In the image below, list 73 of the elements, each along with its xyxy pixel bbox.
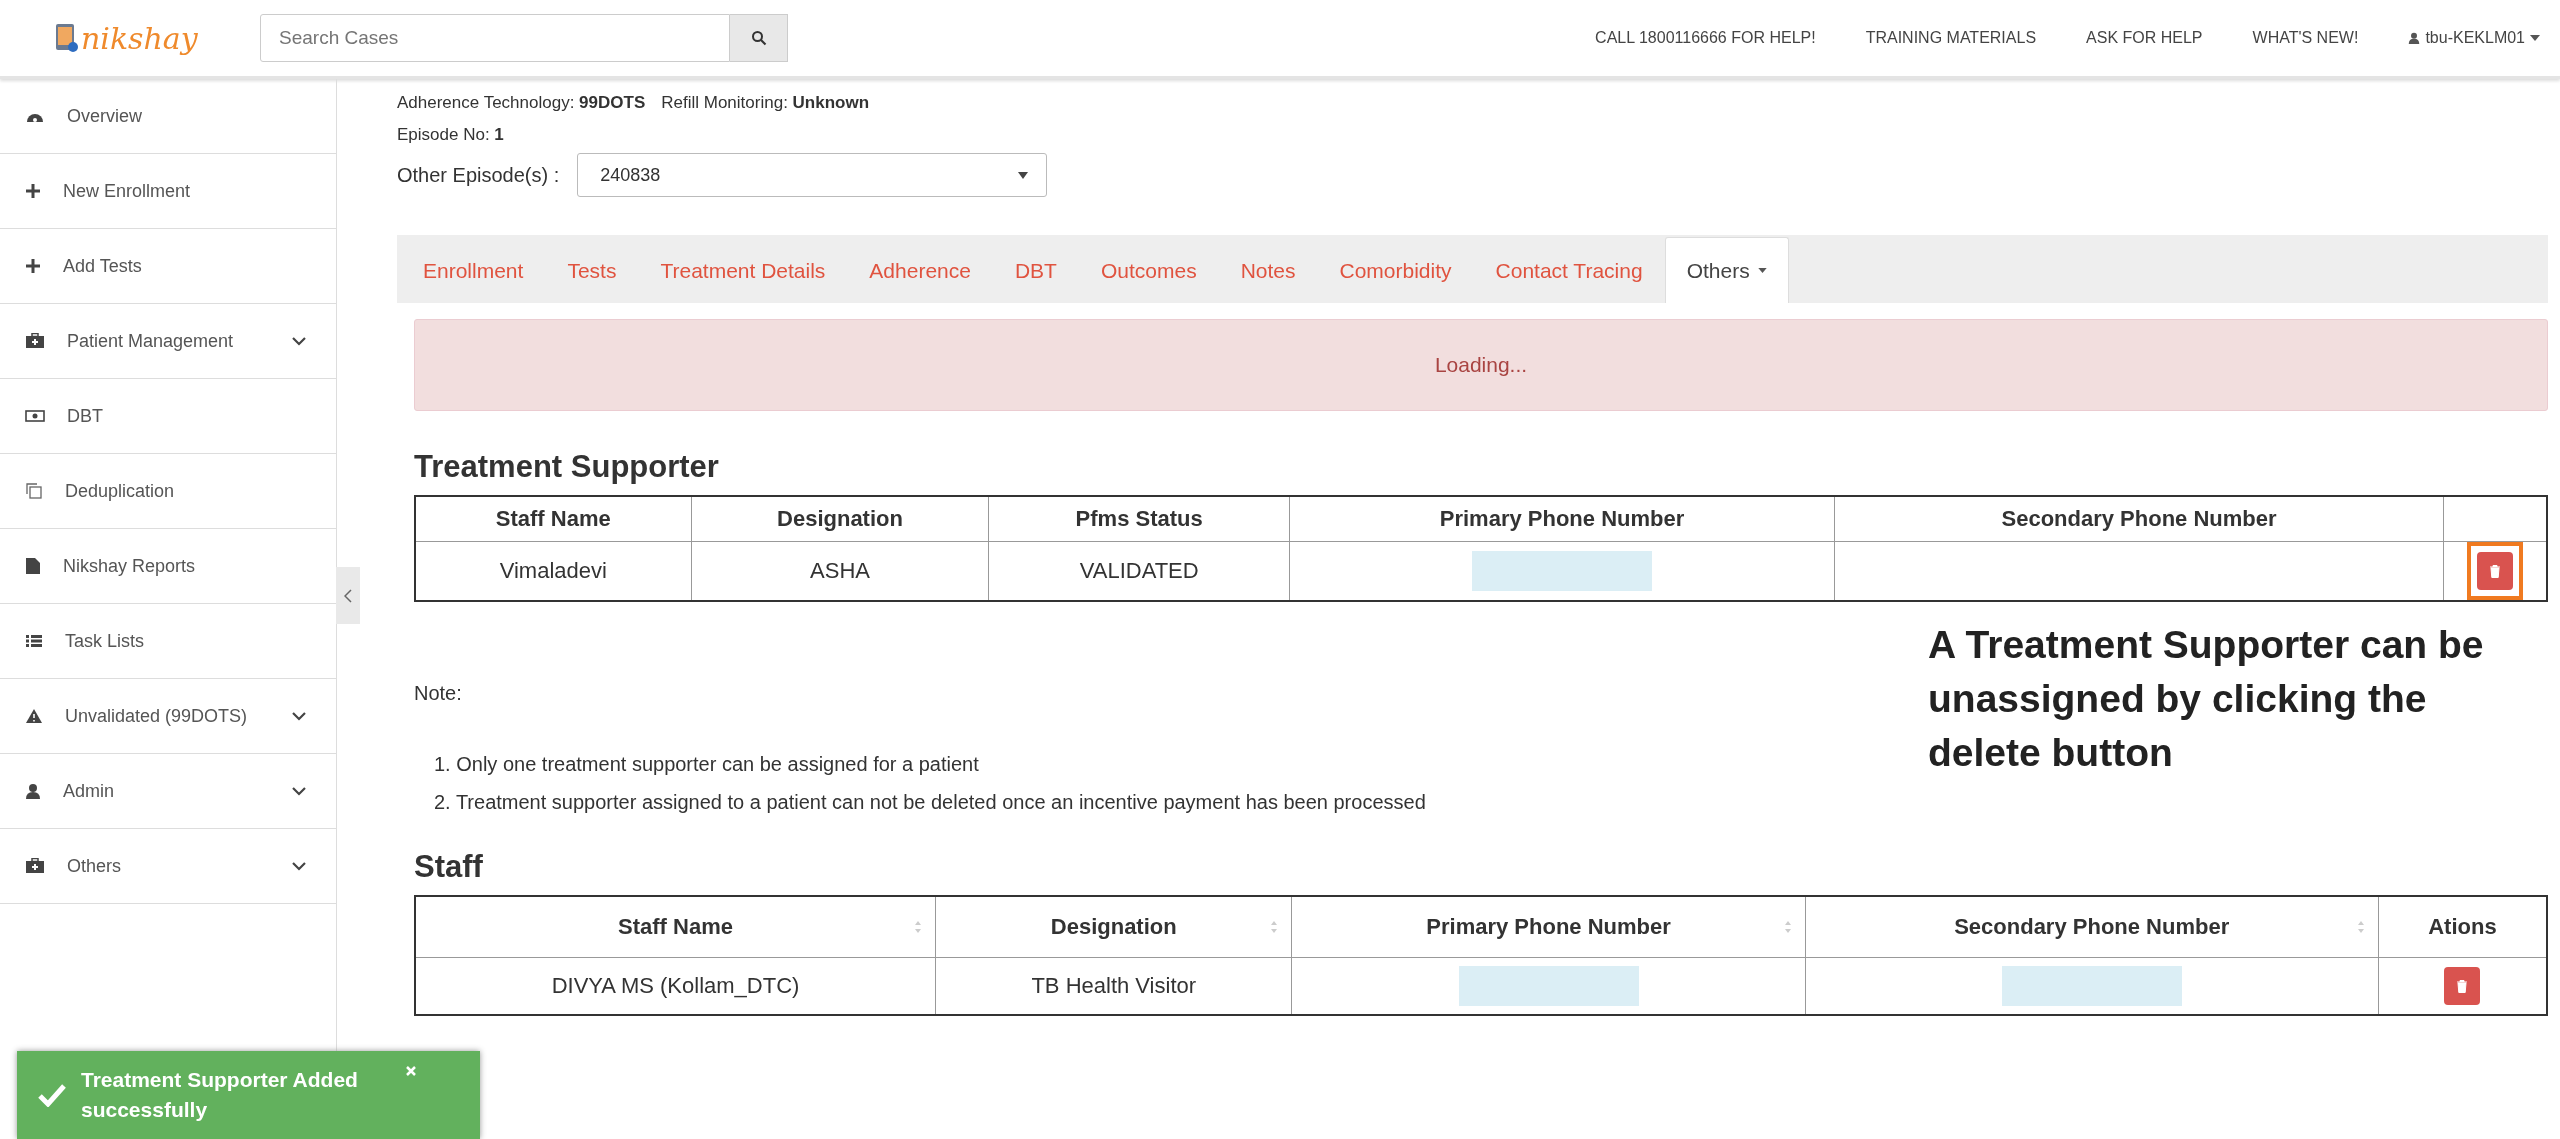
annotation-text: A Treatment Supporter can be unassigned by clicking the delete button bbox=[1928, 622, 2485, 776]
episode-dropdown[interactable]: 240838 bbox=[577, 153, 1048, 197]
column-header[interactable]: Secondary Phone Number bbox=[1805, 896, 2379, 958]
header-link[interactable]: WHAT'S NEW! bbox=[2252, 29, 2359, 47]
adherence-technology-text: Adherence Technology: 99DOTS bbox=[397, 93, 646, 113]
close-icon bbox=[405, 1065, 417, 1077]
column-header[interactable]: Staff Name bbox=[415, 896, 936, 958]
sidebar-item[interactable]: New Enrollment bbox=[0, 154, 336, 229]
user-menu[interactable]: tbu-KEKLM01 bbox=[2408, 29, 2540, 47]
banknote-icon bbox=[25, 409, 45, 423]
sidebar-item[interactable]: Admin bbox=[0, 754, 336, 829]
column-header[interactable]: Primary Phone Number bbox=[1291, 896, 1806, 958]
section-heading: Staff bbox=[414, 849, 484, 885]
column-header: Pfms Status bbox=[988, 496, 1290, 542]
sidebar-item[interactable]: Nikshay Reports bbox=[0, 529, 336, 604]
copy-icon bbox=[25, 482, 43, 500]
logo-icon bbox=[55, 23, 79, 53]
caret-icon bbox=[2530, 35, 2540, 41]
tab[interactable]: Others bbox=[1664, 237, 1789, 303]
sidebar-item[interactable]: DBT bbox=[0, 379, 336, 454]
list-icon bbox=[25, 634, 43, 648]
user-icon bbox=[2408, 32, 2421, 44]
sidebar-item[interactable]: Deduplication bbox=[0, 454, 336, 529]
toast-message: Treatment Supporter Added successfully bbox=[81, 1067, 359, 1123]
sort-icon bbox=[1784, 920, 1791, 934]
sidebar-item[interactable]: Add Tests bbox=[0, 229, 336, 304]
chevron-down-icon bbox=[292, 786, 306, 796]
episode-number-text: Episode No: 1 bbox=[397, 125, 505, 145]
medical-kit-icon bbox=[25, 333, 45, 349]
collapse-sidebar-button[interactable] bbox=[336, 567, 360, 624]
medical-kit-icon bbox=[25, 858, 45, 874]
sidebar-item[interactable]: Unvalidated (99DOTS) bbox=[0, 679, 336, 754]
sidebar-item[interactable]: Task Lists bbox=[0, 604, 336, 679]
user-icon bbox=[25, 783, 41, 799]
note-label: Note: bbox=[414, 682, 463, 705]
sort-icon bbox=[2357, 920, 2364, 934]
header-link[interactable]: TRAINING MATERIALS bbox=[1865, 29, 2037, 47]
caret-icon bbox=[1018, 171, 1029, 179]
column-header: Secondary Phone Number bbox=[1834, 496, 2444, 542]
chevron-down-icon bbox=[292, 861, 306, 871]
sidebar-item[interactable]: Patient Management bbox=[0, 304, 336, 379]
checkmark-icon bbox=[37, 1083, 67, 1107]
sidebar-item[interactable]: Overview bbox=[0, 79, 336, 154]
delete-button[interactable] bbox=[2444, 967, 2481, 1005]
header-link[interactable]: CALL 1800116666 FOR HELP! bbox=[1595, 29, 1816, 47]
search-button[interactable] bbox=[730, 14, 788, 62]
plus-icon bbox=[25, 183, 41, 199]
column-header: Designation bbox=[691, 496, 989, 542]
chevron-down-icon bbox=[292, 711, 306, 721]
section-heading: Treatment Supporter bbox=[414, 449, 720, 485]
chevron-down-icon bbox=[292, 336, 306, 346]
column-header: Staff Name bbox=[415, 496, 692, 542]
note-item: 1. Only one treatment supporter can be assigned for a patient bbox=[434, 752, 980, 777]
delete-button[interactable] bbox=[2477, 552, 2513, 590]
refill-monitoring-text: Refill Monitoring: Unknown bbox=[661, 93, 870, 113]
header-link[interactable]: ASK FOR HELP bbox=[2086, 29, 2203, 47]
note-item: 2. Treatment supporter assigned to a patient can not be deleted once an incentive payment has been processed bbox=[434, 790, 1426, 815]
sort-icon bbox=[1271, 920, 1278, 934]
loading-alert: Loading... bbox=[414, 319, 2548, 411]
chevron-left-icon bbox=[344, 588, 352, 603]
trash-icon bbox=[2489, 564, 2501, 578]
plus-icon bbox=[25, 258, 41, 274]
column-header[interactable]: Designation bbox=[935, 896, 1292, 958]
trash-icon bbox=[2456, 979, 2469, 993]
search-field[interactable]: Search Cases bbox=[260, 14, 730, 62]
sort-icon bbox=[915, 920, 921, 934]
sidebar-item[interactable]: Others bbox=[0, 829, 336, 904]
warning-icon bbox=[25, 708, 43, 724]
other-episodes-label: Other Episode(s) : bbox=[397, 163, 560, 187]
column-header: Primary Phone Number bbox=[1289, 496, 1835, 542]
file-icon bbox=[25, 557, 41, 575]
search-icon bbox=[750, 30, 767, 46]
caret-icon bbox=[1757, 268, 1767, 273]
